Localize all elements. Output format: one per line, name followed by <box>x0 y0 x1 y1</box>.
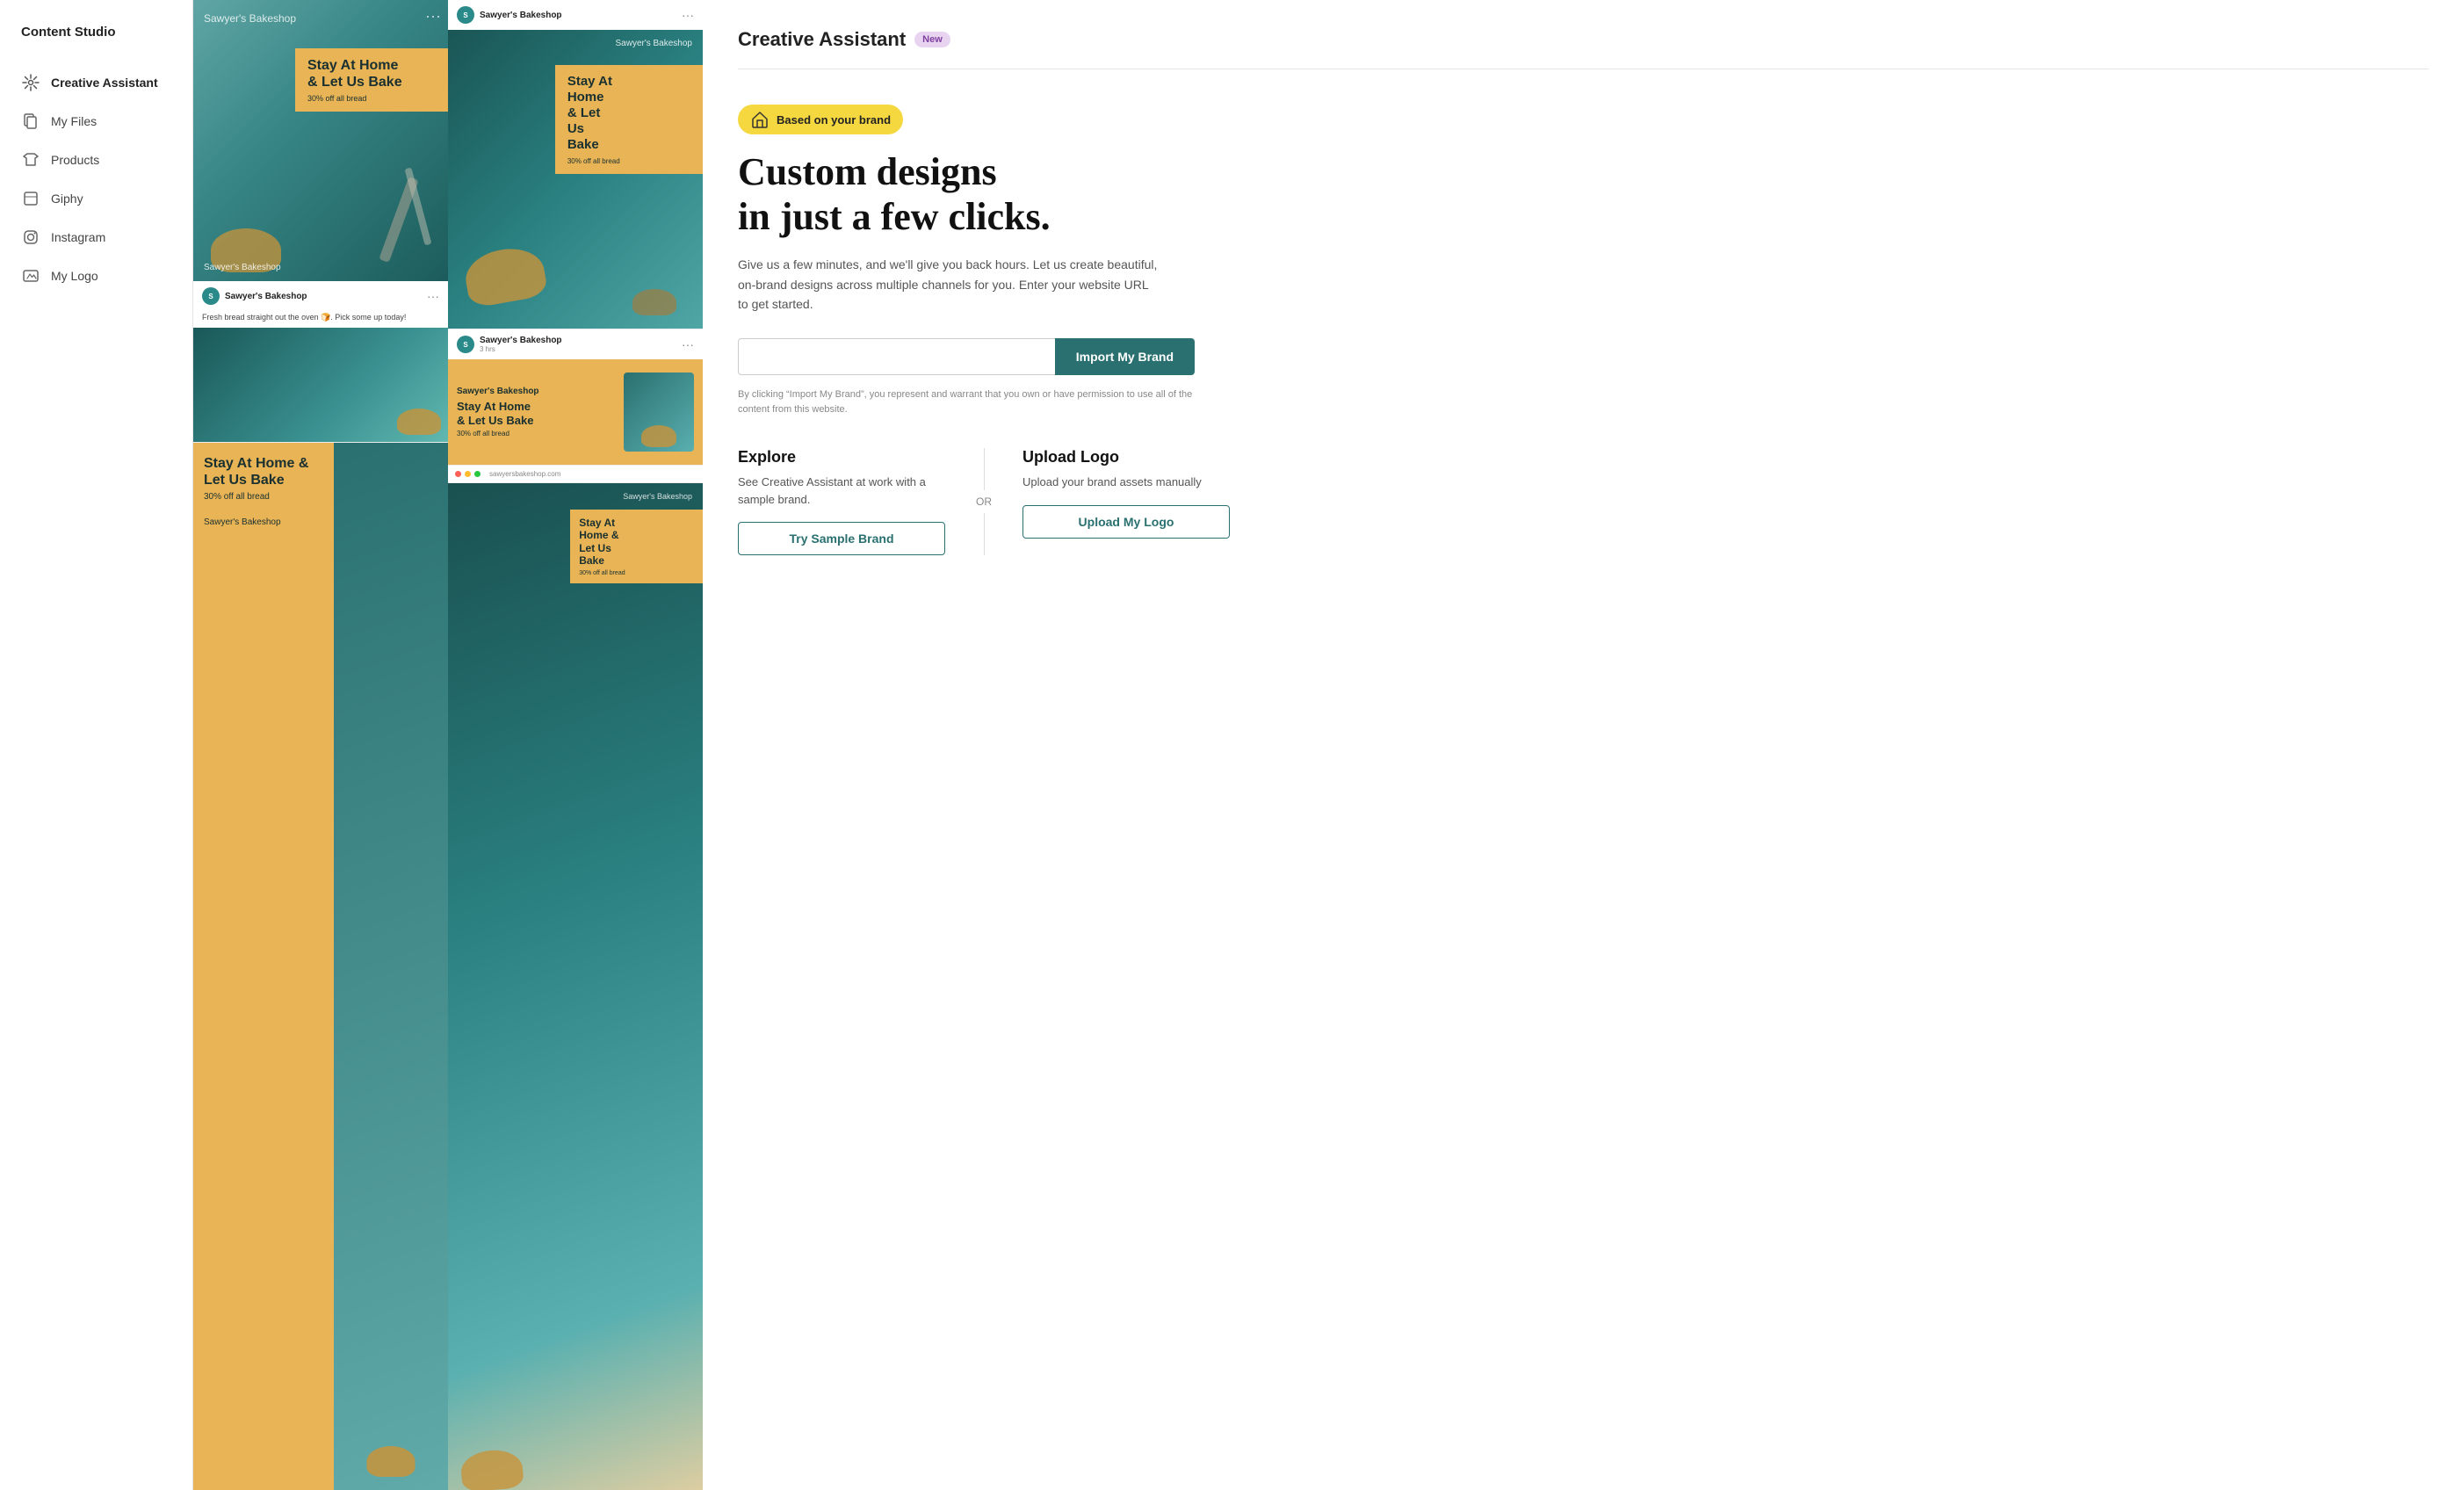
sidebar-item-label-my-logo: My Logo <box>51 269 98 283</box>
sidebar-item-products[interactable]: Products <box>0 141 192 178</box>
sidebar-item-label-products: Products <box>51 153 99 167</box>
preview-shop-name-big-teal: Sawyer's Bakeshop <box>615 39 692 48</box>
preview-card-yellow-bottom: ··· Stay At Home &Let Us Bake 30% off al… <box>193 443 448 1490</box>
card-dots-2[interactable]: ··· <box>427 289 439 303</box>
panel-title: Creative Assistant <box>738 28 906 51</box>
preview-card-website: sawyersbakeshop.com Sawyer's Bakeshop St… <box>448 465 703 1490</box>
preview-subtext-left: 30% off all bread <box>307 94 437 103</box>
right-panel: Creative Assistant New Based on your bra… <box>703 0 2464 1490</box>
import-my-brand-button[interactable]: Import My Brand <box>1055 338 1195 375</box>
upload-logo-title: Upload Logo <box>1022 448 1230 467</box>
sidebar-item-label-instagram: Instagram <box>51 230 105 244</box>
sidebar-item-giphy[interactable]: Giphy <box>0 180 192 217</box>
main-content: Sawyer's Bakeshop Stay At Home& Let Us B… <box>193 0 2464 1490</box>
preview-card-social-1: S Sawyer's Bakeshop ··· Fresh bread stra… <box>193 281 448 443</box>
explore-title: Explore <box>738 448 945 467</box>
giphy-icon <box>21 189 40 208</box>
social-time-3: 3 hrs <box>480 345 562 353</box>
url-input[interactable] <box>738 338 1055 375</box>
creative-assistant-header: Creative Assistant New <box>738 28 2429 69</box>
sidebar: Content Studio Creative Assistant <box>0 0 193 1490</box>
preview-card-big-teal: S Sawyer's Bakeshop ··· <box>448 0 703 329</box>
url-row: Import My Brand <box>738 338 1195 375</box>
house-icon <box>750 110 770 129</box>
sidebar-item-creative-assistant[interactable]: Creative Assistant <box>0 64 192 101</box>
preview-shop-name-left: Sawyer's Bakeshop <box>204 12 296 25</box>
social-caption-1: Fresh bread straight out the oven 🍞. Pic… <box>193 311 448 328</box>
card-dots-5[interactable]: ··· <box>682 337 694 351</box>
ad-subtext: 30% off all bread <box>457 430 624 438</box>
disclaimer-text: By clicking “Import My Brand”, you repre… <box>738 387 1195 416</box>
upload-my-logo-button[interactable]: Upload My Logo <box>1022 505 1230 539</box>
sidebar-item-my-files[interactable]: My Files <box>0 103 192 140</box>
explore-description: See Creative Assistant at work with a sa… <box>738 474 945 508</box>
preview-website-shop: Sawyer's Bakeshop <box>623 492 692 501</box>
upload-logo-section: Upload Logo Upload your brand assets man… <box>1001 448 1230 555</box>
sidebar-item-instagram[interactable]: Instagram <box>0 219 192 256</box>
ad-shop-name: Sawyer's Bakeshop <box>457 387 624 396</box>
social-shop-name-3: Sawyer's Bakeshop <box>480 336 562 345</box>
sidebar-title: Content Studio <box>0 25 192 64</box>
preview-headline-big-teal: Stay AtHome& LetUsBake <box>567 74 692 153</box>
preview-headline-left: Stay At Home& Let Us Bake <box>307 57 437 90</box>
tshirt-icon <box>21 150 40 170</box>
try-sample-brand-button[interactable]: Try Sample Brand <box>738 522 945 555</box>
or-text: OR <box>976 490 992 513</box>
card-dots-1[interactable]: ··· <box>425 7 441 25</box>
preview-website-headline: Stay AtHome &Let UsBake <box>579 517 694 568</box>
brand-badge: Based on your brand <box>738 105 903 134</box>
sidebar-item-label-creative-assistant: Creative Assistant <box>51 76 158 90</box>
ad-headline: Stay At Home& Let Us Bake <box>457 400 624 427</box>
social-avatar-2: S <box>457 6 474 24</box>
sidebar-nav: Creative Assistant My Files Products <box>0 64 192 294</box>
preview-subtext-big-teal: 30% off all bread <box>567 157 692 165</box>
sidebar-item-my-logo[interactable]: My Logo <box>0 257 192 294</box>
logo-icon <box>21 266 40 286</box>
preview-panel: Sawyer's Bakeshop Stay At Home& Let Us B… <box>193 0 703 1490</box>
browser-url: sawyersbakeshop.com <box>489 470 560 478</box>
explore-left: Explore See Creative Assistant at work w… <box>738 448 966 555</box>
social-avatar-3: S <box>457 336 474 353</box>
sidebar-item-label-giphy: Giphy <box>51 192 83 206</box>
upload-logo-description: Upload your brand assets manually <box>1022 474 1230 491</box>
description-text: Give us a few minutes, and we'll give yo… <box>738 255 1160 314</box>
explore-section: Explore See Creative Assistant at work w… <box>738 448 1230 555</box>
sidebar-item-label-my-files: My Files <box>51 114 97 128</box>
social-shop-name-2: Sawyer's Bakeshop <box>480 11 562 20</box>
browser-dot-yellow <box>465 471 471 477</box>
main-headline: Custom designs in just a few clicks. <box>738 150 2429 239</box>
preview-card-social-2: S Sawyer's Bakeshop 3 hrs ··· Sawyer's B… <box>448 329 703 465</box>
social-shop-name-1: Sawyer's Bakeshop <box>225 292 307 301</box>
preview-shop-name-bottom-left: Sawyer's Bakeshop <box>204 263 281 272</box>
files-icon <box>21 112 40 131</box>
instagram-icon <box>21 228 40 247</box>
new-badge: New <box>914 32 950 47</box>
browser-dot-green <box>474 471 481 477</box>
sparkle-icon <box>21 73 40 92</box>
brand-badge-text: Based on your brand <box>777 113 891 127</box>
preview-website-subtext: 30% off all bread <box>579 570 694 576</box>
card-dots-4[interactable]: ··· <box>682 8 694 22</box>
preview-card-teal-large: Sawyer's Bakeshop Stay At Home& Let Us B… <box>193 0 448 281</box>
social-avatar-1: S <box>202 287 220 305</box>
browser-dot-red <box>455 471 461 477</box>
